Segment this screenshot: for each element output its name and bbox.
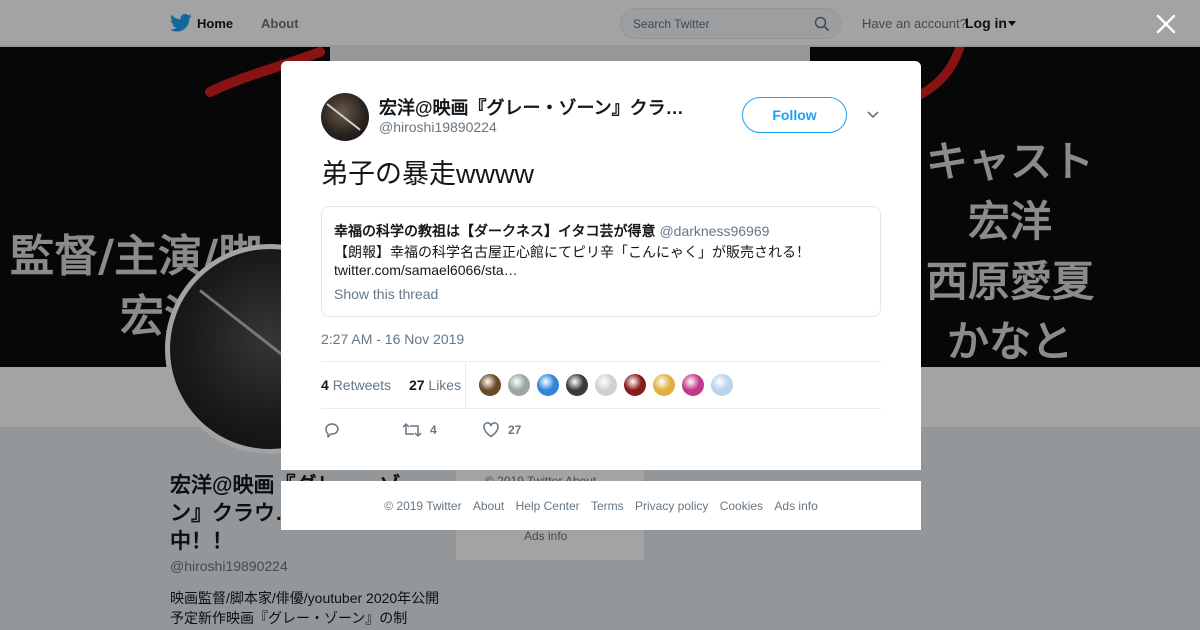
- footer-terms[interactable]: Terms: [591, 499, 624, 513]
- quoted-tweet[interactable]: 幸福の科学の教祖は【ダークネス】イタコ芸が得意 @darkness96969 【朗…: [321, 206, 881, 317]
- retweets-label: Retweets: [332, 377, 392, 393]
- footer-help-center[interactable]: Help Center: [516, 499, 580, 513]
- footer-cookies[interactable]: Cookies: [720, 499, 763, 513]
- like-count: 27: [508, 423, 522, 437]
- divider: [321, 361, 881, 362]
- quote-author-handle: @darkness96969: [659, 223, 770, 239]
- reply-button[interactable]: [323, 421, 341, 439]
- quote-author-name: 幸福の科学の教祖は【ダークネス】イタコ芸が得意: [334, 223, 656, 239]
- tweet-stats: 4 Retweets 27 Likes: [321, 377, 461, 393]
- retweets-count: 4: [321, 377, 329, 393]
- liker-avatar[interactable]: [507, 373, 531, 397]
- follow-button[interactable]: Follow: [742, 97, 847, 133]
- likes-label: Likes: [428, 377, 462, 393]
- liker-avatar[interactable]: [652, 373, 676, 397]
- liker-avatar[interactable]: [681, 373, 705, 397]
- tweet-text: 弟子の暴走wwww: [321, 159, 534, 189]
- tweet-timestamp[interactable]: 2:27 AM - 16 Nov 2019: [321, 331, 464, 347]
- quote-author[interactable]: 幸福の科学の教祖は【ダークネス】イタコ芸が得意 @darkness96969: [334, 221, 769, 241]
- chevron-down-icon[interactable]: [866, 110, 880, 120]
- author-handle[interactable]: @hiroshi19890224: [379, 119, 497, 135]
- liker-avatar[interactable]: [710, 373, 734, 397]
- modal-footer: © 2019 Twitter About Help Center Terms P…: [281, 481, 921, 530]
- liker-avatar[interactable]: [565, 373, 589, 397]
- author-avatar[interactable]: [321, 93, 369, 141]
- divider: [465, 362, 466, 408]
- liker-avatar[interactable]: [623, 373, 647, 397]
- retweet-icon: [402, 422, 422, 438]
- retweet-count: 4: [430, 423, 437, 437]
- show-thread-link[interactable]: Show this thread: [334, 286, 438, 302]
- retweets-stat[interactable]: 4 Retweets: [321, 377, 391, 393]
- likes-count: 27: [408, 377, 425, 393]
- tweet-modal: 宏洋@映画『グレー・ゾーン』クラ… @hiroshi19890224 Follo…: [281, 61, 921, 470]
- author-name[interactable]: 宏洋@映画『グレー・ゾーン』クラ…: [379, 94, 699, 120]
- liker-avatar[interactable]: [478, 373, 502, 397]
- close-icon[interactable]: [1154, 12, 1178, 36]
- likes-stat[interactable]: 27 Likes: [409, 377, 461, 393]
- quote-text: 【朗報】幸福の科学名古屋正心館にてピリ辛「こんにゃく」が販売される！: [334, 244, 810, 260]
- footer-about[interactable]: About: [473, 499, 504, 513]
- liker-avatar[interactable]: [594, 373, 618, 397]
- footer-ads-info[interactable]: Ads info: [774, 499, 817, 513]
- footer-privacy-policy[interactable]: Privacy policy: [635, 499, 708, 513]
- footer-copyright[interactable]: © 2019 Twitter: [384, 499, 461, 513]
- heart-icon: [483, 422, 499, 438]
- liker-avatar[interactable]: [536, 373, 560, 397]
- quote-link[interactable]: twitter.com/samael6066/sta…: [334, 262, 518, 278]
- divider: [321, 408, 881, 409]
- retweet-button[interactable]: 4: [402, 421, 437, 439]
- like-button[interactable]: 27: [482, 421, 521, 439]
- reply-icon: [325, 423, 339, 438]
